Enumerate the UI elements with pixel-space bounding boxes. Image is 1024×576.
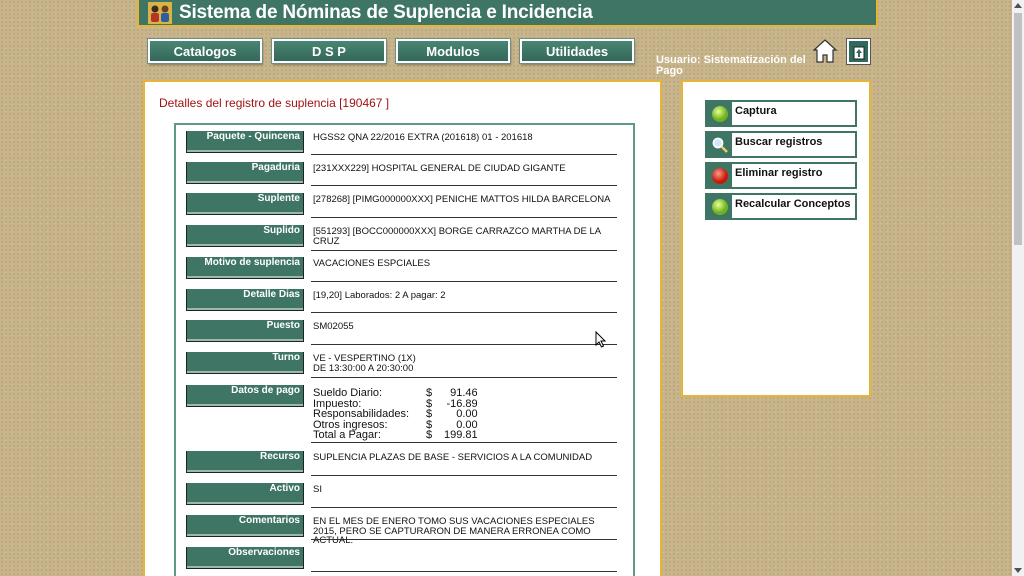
row-value: SUPLENCIA PLAZAS DE BASE - SERVICIOS A L… <box>313 452 593 463</box>
row-label: Datos de pago <box>186 385 304 407</box>
row-label: Comentarios <box>186 515 304 537</box>
row-label: Motivo de suplencia <box>186 257 304 279</box>
scroll-thumb[interactable] <box>1014 13 1022 245</box>
pay-row: Total a Pagar: $199.81 <box>313 430 478 441</box>
actions-panel: Captura Buscar registros Eliminar regist… <box>681 80 871 397</box>
pay-name: Total a Pagar: <box>313 429 381 441</box>
pay-row: Responsabilidades: $0.00 <box>313 409 478 420</box>
row-value: VACACIONES ESPCIALES <box>313 258 431 269</box>
row-label: Activo <box>186 483 304 505</box>
recalcular-label: Recalcular Conceptos <box>735 197 851 210</box>
pay-name: Sueldo Diario: <box>313 387 383 399</box>
pay-name: Responsabilidades: <box>313 408 410 420</box>
exit-icon[interactable] <box>846 38 871 65</box>
details-box: Paquete - Quincena HGSS2 QNA 22/2016 EXT… <box>174 123 635 576</box>
details-panel: Detalles del registro de suplencia [1904… <box>143 80 662 576</box>
row-value: [231XXX229] HOSPITAL GENERAL DE CIUDAD G… <box>313 163 566 174</box>
green-circle-icon <box>707 102 732 125</box>
buscar-label: Buscar registros <box>735 135 823 148</box>
row-label: Suplente <box>186 193 304 215</box>
nav-modulos-button[interactable]: Modulos <box>395 38 511 64</box>
row-value: [278268] [PIMG000000XXX] PENICHE MATTOS … <box>313 194 611 205</box>
row-value: [19,20] Laborados: 2 A pagar: 2 <box>313 290 446 301</box>
row-label: Pagaduria <box>186 162 304 184</box>
app-title: Sistema de Nóminas de Suplencia e Incide… <box>179 1 593 23</box>
row-value: [551293] [BOCC000000XXX] BORGE CARRAZCO … <box>313 226 601 247</box>
home-icon[interactable] <box>812 38 838 64</box>
row-label: Turno <box>186 352 304 374</box>
row-label: Recurso <box>186 451 304 473</box>
pay-amount: 0.00 <box>456 408 478 420</box>
divider <box>311 250 617 251</box>
pay-row: Sueldo Diario: $91.46 <box>313 388 478 399</box>
buscar-registros-button[interactable]: Buscar registros <box>705 131 857 158</box>
row-label: Observaciones <box>186 547 304 569</box>
mouse-cursor-icon <box>595 330 607 348</box>
divider <box>311 539 617 540</box>
captura-label: Captura <box>735 104 777 117</box>
row-value: SI <box>313 484 322 495</box>
row-label: Suplido <box>186 225 304 247</box>
pay-amount: 199.81 <box>444 429 478 441</box>
divider <box>311 281 617 282</box>
nav-dsp-button[interactable]: D S P <box>271 38 387 64</box>
red-circle-icon <box>707 164 732 187</box>
recalcular-conceptos-button[interactable]: Recalcular Conceptos <box>705 193 857 220</box>
people-logo-icon <box>145 1 175 25</box>
pay-currency: $ <box>426 429 433 441</box>
divider <box>311 217 617 218</box>
scroll-down-icon[interactable] <box>1014 568 1022 573</box>
nav-utilidades-button[interactable]: Utilidades <box>519 38 635 64</box>
divider <box>311 344 617 345</box>
row-value: HGSS2 QNA 22/2016 EXTRA (201618) 01 - 20… <box>313 132 533 143</box>
user-label: Usuario: Sistematización del Pago <box>656 54 806 77</box>
captura-button[interactable]: Captura <box>705 100 857 127</box>
eliminar-registro-button[interactable]: Eliminar registro <box>705 162 857 189</box>
eliminar-label: Eliminar registro <box>735 166 823 179</box>
row-label: Puesto <box>186 320 304 342</box>
divider <box>311 185 617 186</box>
search-icon <box>707 133 732 156</box>
divider <box>311 442 617 443</box>
nav-catalogos-button[interactable]: Catalogos <box>147 38 263 64</box>
turno-line-2: DE 13:30:00 A 20:30:00 <box>313 362 414 374</box>
scroll-up-icon[interactable] <box>1014 3 1022 8</box>
divider <box>311 571 617 572</box>
pay-table: Sueldo Diario: $91.46 Impuesto: $ -16.89 Re… <box>313 388 478 441</box>
pay-amount: 91.46 <box>450 387 478 399</box>
divider <box>311 312 617 313</box>
row-value: EN EL MES DE ENERO TOMO SUS VACACIONES E… <box>313 516 595 546</box>
pay-currency: $ <box>426 408 433 420</box>
row-value: VE - VESPERTINO (1X) DE 13:30:00 A 20:30… <box>313 354 617 373</box>
pay-details: Sueldo Diario: $91.46 Impuesto: $ -16.89 Re… <box>313 388 617 441</box>
green-circle-icon <box>707 195 732 218</box>
divider <box>311 475 617 476</box>
row-value: SM02055 <box>313 321 354 332</box>
divider <box>311 507 617 508</box>
app-header: Sistema de Nóminas de Suplencia e Incide… <box>137 0 878 27</box>
pay-currency: $ <box>426 387 433 399</box>
row-label: Detalle Dias <box>186 289 304 311</box>
divider <box>311 154 617 155</box>
panel-title: Detalles del registro de suplencia [1904… <box>159 96 390 110</box>
divider <box>311 377 617 378</box>
row-label: Paquete - Quincena <box>186 131 304 153</box>
vertical-scrollbar[interactable] <box>1012 0 1024 576</box>
